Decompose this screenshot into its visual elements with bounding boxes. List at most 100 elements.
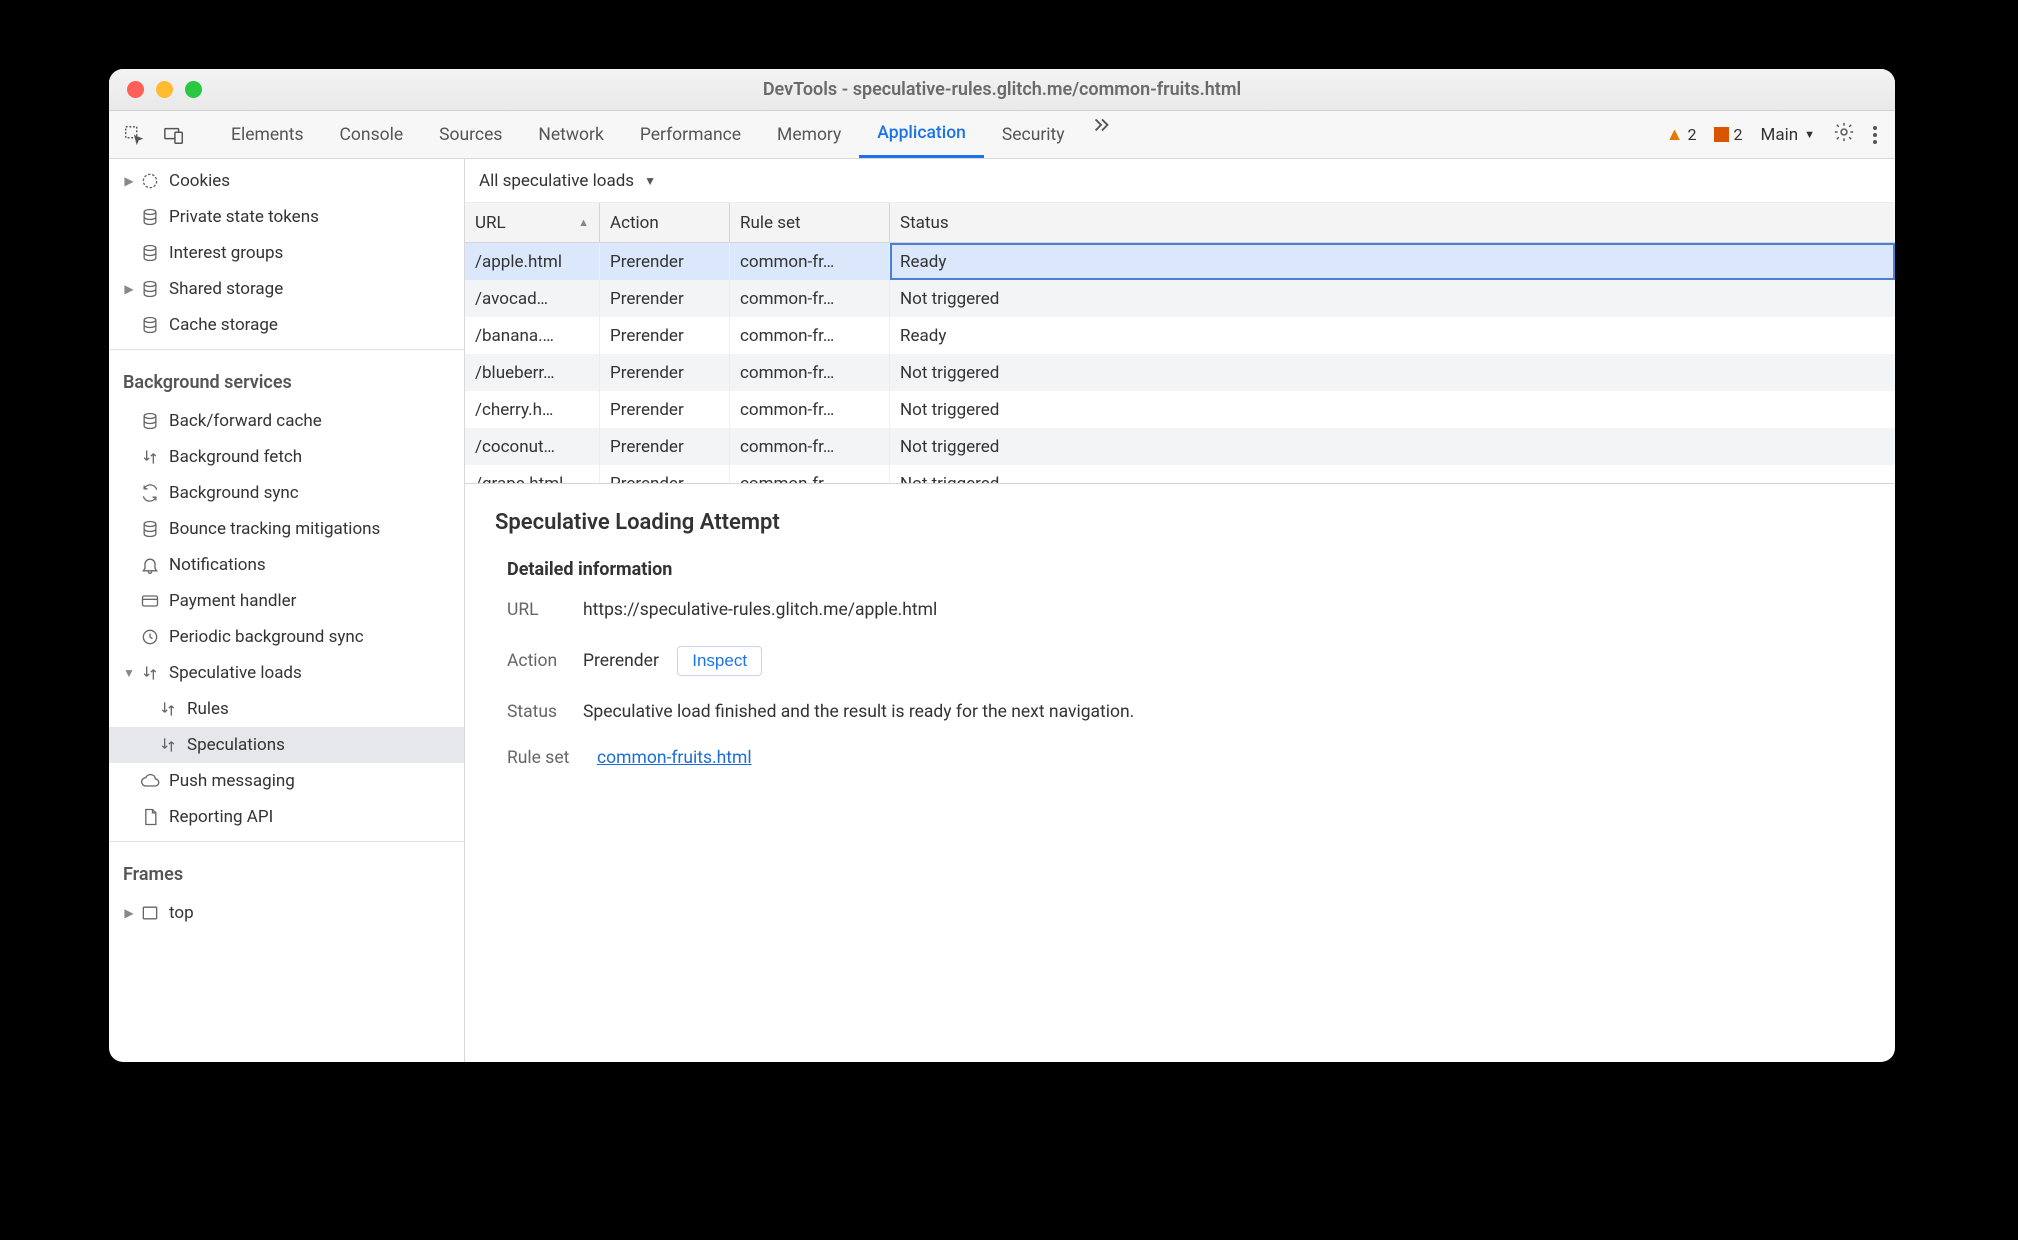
speculations-filter-dropdown[interactable]: All speculative loads ▼: [465, 159, 1895, 203]
speculation-detail: Speculative Loading Attempt Detailed inf…: [465, 483, 1895, 1062]
sidebar-item-background-fetch[interactable]: Background fetch: [109, 439, 464, 475]
cell-action: Prerender: [600, 428, 730, 465]
sidebar-item-bounce-tracking[interactable]: Bounce tracking mitigations: [109, 511, 464, 547]
sidebar-item-cache-storage[interactable]: Cache storage: [109, 307, 464, 343]
cell-action: Prerender: [600, 354, 730, 391]
sidebar-label: Bounce tracking mitigations: [169, 519, 380, 539]
application-sidebar: ▶ Cookies Private state tokens Interest …: [109, 159, 465, 1062]
sidebar-item-speculative-loads[interactable]: ▼ Speculative loads: [109, 655, 464, 691]
inspect-element-icon[interactable]: [123, 124, 145, 146]
sidebar-label: Speculations: [187, 735, 285, 755]
sidebar-section-background-services: Background services: [109, 356, 464, 403]
database-icon: [139, 242, 161, 264]
chevron-down-icon: ▼: [644, 174, 656, 188]
col-header-ruleset[interactable]: Rule set: [730, 203, 890, 242]
tab-network[interactable]: Network: [520, 111, 621, 158]
sidebar-item-interest-groups[interactable]: Interest groups: [109, 235, 464, 271]
more-options-icon[interactable]: [1873, 126, 1877, 144]
frame-icon: [139, 902, 161, 924]
cell-ruleset: common-fr…: [730, 428, 890, 465]
sidebar-label: Notifications: [169, 555, 266, 575]
detail-action-value: Prerender: [583, 651, 659, 671]
sync-icon: [139, 482, 161, 504]
more-tabs-icon[interactable]: [1089, 111, 1115, 137]
sidebar-item-notifications[interactable]: Notifications: [109, 547, 464, 583]
sidebar-item-speculations[interactable]: Speculations: [109, 727, 464, 763]
warnings-badge[interactable]: ▲ 2: [1666, 124, 1697, 145]
col-header-action[interactable]: Action: [600, 203, 730, 242]
sidebar-item-push-messaging[interactable]: Push messaging: [109, 763, 464, 799]
cell-action: Prerender: [600, 243, 730, 280]
sidebar-label: Cache storage: [169, 315, 278, 335]
sidebar-item-speculative-rules[interactable]: Rules: [109, 691, 464, 727]
sidebar-label: Rules: [187, 699, 229, 719]
sidebar-item-cookies[interactable]: ▶ Cookies: [109, 163, 464, 199]
table-header: URL ▲ Action Rule set Status: [465, 203, 1895, 243]
cell-action: Prerender: [600, 391, 730, 428]
detail-ruleset-link[interactable]: common-fruits.html: [597, 748, 752, 768]
sidebar-label: Reporting API: [169, 807, 273, 827]
sort-asc-icon: ▲: [578, 216, 589, 229]
target-context-selector[interactable]: Main ▼: [1760, 125, 1815, 145]
clock-icon: [139, 626, 161, 648]
sidebar-item-private-state-tokens[interactable]: Private state tokens: [109, 199, 464, 235]
issues-badge[interactable]: 2: [1714, 125, 1742, 144]
inspect-button[interactable]: Inspect: [677, 646, 762, 676]
tab-performance[interactable]: Performance: [622, 111, 759, 158]
sidebar-item-reporting-api[interactable]: Reporting API: [109, 799, 464, 835]
tab-elements[interactable]: Elements: [213, 111, 322, 158]
sidebar-item-background-sync[interactable]: Background sync: [109, 475, 464, 511]
zoom-window-icon[interactable]: [185, 81, 202, 98]
sidebar-item-shared-storage[interactable]: ▶ Shared storage: [109, 271, 464, 307]
settings-icon[interactable]: [1833, 121, 1855, 148]
col-header-url[interactable]: URL ▲: [465, 203, 600, 242]
window-titlebar: DevTools - speculative-rules.glitch.me/c…: [109, 69, 1895, 111]
database-icon: [139, 206, 161, 228]
tab-security[interactable]: Security: [984, 111, 1083, 158]
cell-status: Not triggered: [890, 465, 1895, 483]
cell-action: Prerender: [600, 465, 730, 483]
device-toolbar-icon[interactable]: [163, 124, 185, 146]
sidebar-item-periodic-sync[interactable]: Periodic background sync: [109, 619, 464, 655]
sidebar-item-frame-top[interactable]: ▶ top: [109, 895, 464, 931]
cell-url: /banana.…: [465, 317, 600, 354]
window-title: DevTools - speculative-rules.glitch.me/c…: [109, 79, 1895, 100]
cell-ruleset: common-fr…: [730, 465, 890, 483]
sidebar-item-bfcache[interactable]: Back/forward cache: [109, 403, 464, 439]
table-row[interactable]: /grape.htmlPrerendercommon-fr…Not trigge…: [465, 465, 1895, 483]
tab-console[interactable]: Console: [322, 111, 422, 158]
context-label: Main: [1760, 125, 1798, 145]
divider: [109, 841, 464, 842]
sidebar-label: Interest groups: [169, 243, 283, 263]
cell-status: Not triggered: [890, 354, 1895, 391]
tab-application[interactable]: Application: [859, 111, 984, 158]
col-header-status[interactable]: Status: [890, 203, 1895, 242]
table-row[interactable]: /apple.htmlPrerendercommon-fr…Ready: [465, 243, 1895, 280]
cell-status: Not triggered: [890, 391, 1895, 428]
table-row[interactable]: /coconut…Prerendercommon-fr…Not triggere…: [465, 428, 1895, 465]
cell-action: Prerender: [600, 317, 730, 354]
detail-subheading: Detailed information: [507, 559, 1865, 580]
database-icon: [139, 278, 161, 300]
table-row[interactable]: /avocad…Prerendercommon-fr…Not triggered: [465, 280, 1895, 317]
sidebar-label: Speculative loads: [169, 663, 302, 683]
detail-ruleset-label: Rule set: [507, 748, 597, 768]
cell-action: Prerender: [600, 280, 730, 317]
tab-sources[interactable]: Sources: [421, 111, 520, 158]
transfer-icon: [157, 734, 179, 756]
table-row[interactable]: /blueberr…Prerendercommon-fr…Not trigger…: [465, 354, 1895, 391]
panel-tabs: Elements Console Sources Network Perform…: [213, 111, 1115, 158]
sidebar-label: Background sync: [169, 483, 299, 503]
sidebar-label: Cookies: [169, 171, 230, 191]
sidebar-section-frames: Frames: [109, 848, 464, 895]
cell-url: /apple.html: [465, 243, 600, 280]
table-row[interactable]: /banana.…Prerendercommon-fr…Ready: [465, 317, 1895, 354]
sidebar-item-payment-handler[interactable]: Payment handler: [109, 583, 464, 619]
database-icon: [139, 410, 161, 432]
close-window-icon[interactable]: [127, 81, 144, 98]
table-row[interactable]: /cherry.h…Prerendercommon-fr…Not trigger…: [465, 391, 1895, 428]
issues-count: 2: [1733, 125, 1742, 144]
minimize-window-icon[interactable]: [156, 81, 173, 98]
cell-ruleset: common-fr…: [730, 317, 890, 354]
tab-memory[interactable]: Memory: [759, 111, 859, 158]
